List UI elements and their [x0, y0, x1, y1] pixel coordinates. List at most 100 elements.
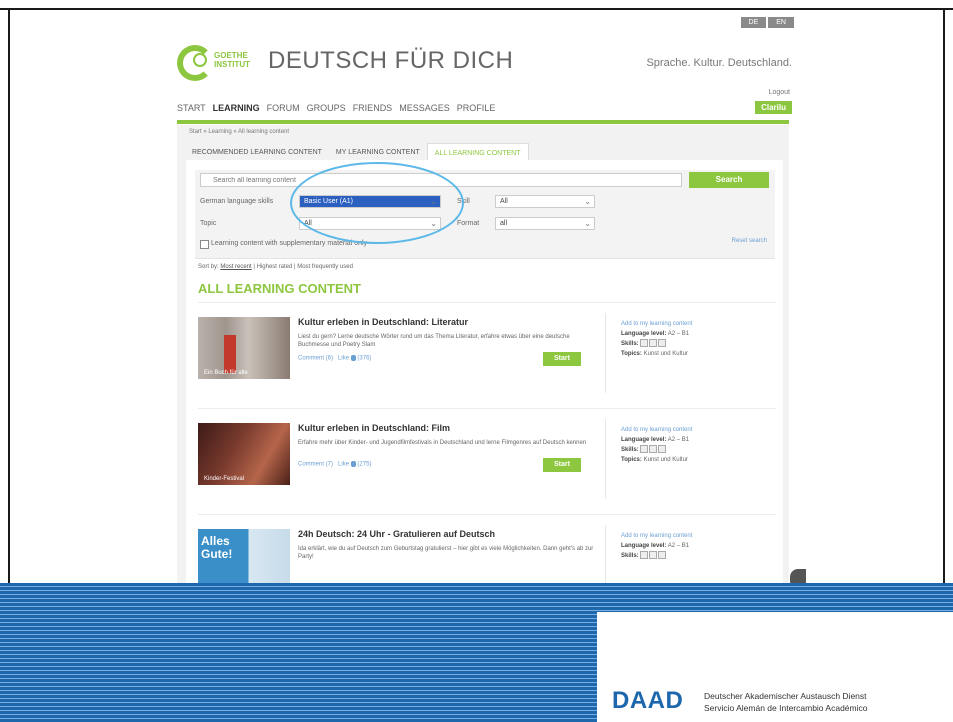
topics-label: Topics:	[621, 351, 642, 357]
topics-label: Topics:	[621, 457, 642, 463]
like-count: (376)	[357, 355, 372, 362]
list-item: Ein Buch für alle Kultur erleben in Deut…	[198, 302, 776, 403]
goethe-logo-text: GOETHE INSTITUT	[214, 51, 250, 69]
level-value: A2 – B1	[667, 331, 690, 337]
skills-label: Skills:	[621, 341, 639, 347]
start-button[interactable]: Start	[543, 352, 581, 366]
thumbs-up-icon[interactable]	[350, 355, 356, 361]
thumbnail-figure	[224, 335, 236, 373]
skill-writing-icon	[649, 339, 658, 348]
site-title: DEUTSCH FÜR DICH	[268, 47, 514, 74]
level-label: Language level:	[621, 543, 667, 549]
add-to-learning-link[interactable]: Add to my learning content	[621, 531, 692, 541]
daad-logo: DAAD	[612, 687, 684, 714]
item-description: Erfahre mehr über Kinder- und Jugendfilm…	[298, 440, 587, 446]
main-nav: START LEARNING FORUM GROUPS FRIENDS MESS…	[177, 103, 495, 113]
language-skills-label: German language skills	[200, 198, 274, 205]
item-thumbnail[interactable]: Kinder-Festival	[198, 423, 290, 485]
comment-link[interactable]: Comment (7)	[298, 462, 333, 468]
nav-start[interactable]: START	[177, 103, 206, 113]
list-item: Kinder-Festival Kultur erleben in Deutsc…	[198, 408, 776, 509]
thumbnail-caption: Kinder-Festival	[204, 476, 245, 482]
topics-value: Kunst und Kultur	[643, 457, 688, 463]
breadcrumb: Start » Learning » All learning content	[189, 129, 290, 135]
nav-divider	[177, 120, 789, 124]
start-button[interactable]: Start	[543, 458, 581, 472]
nav-profile[interactable]: PROFILE	[457, 103, 496, 113]
like-link[interactable]: Like	[338, 356, 349, 362]
lang-en-button[interactable]: EN	[768, 17, 794, 28]
skills-label: Skills:	[621, 447, 639, 453]
skill-grammar-icon	[658, 551, 667, 560]
nav-groups[interactable]: GROUPS	[307, 103, 346, 113]
skill-value: All	[500, 198, 508, 205]
nav-forum[interactable]: FORUM	[267, 103, 300, 113]
skills-label: Skills:	[621, 553, 639, 559]
item-title[interactable]: Kultur erleben in Deutschland: Film	[298, 423, 450, 433]
skill-writing-icon	[649, 445, 658, 454]
item-description: Liest du gern? Lerne deutsche Wörter run…	[298, 334, 570, 348]
section-title: ALL LEARNING CONTENT	[198, 281, 361, 296]
user-button[interactable]: Clarilu	[755, 101, 792, 114]
list-item: Alles Gute! 24h Deutsch: 24 Uhr - Gratul…	[198, 514, 776, 590]
content-body: Search German language skills Basic User…	[186, 160, 783, 590]
thumbnail-caption: Ein Buch für alle	[204, 370, 248, 376]
slide-frame-top	[0, 8, 953, 10]
nav-learning[interactable]: LEARNING	[213, 103, 260, 113]
skill-reading-icon	[640, 551, 649, 560]
sort-highest-rated[interactable]: Highest rated	[257, 264, 293, 270]
supplementary-checkbox[interactable]	[200, 240, 209, 249]
level-label: Language level:	[621, 331, 667, 337]
level-value: A2 – B1	[667, 543, 690, 549]
item-title[interactable]: 24h Deutsch: 24 Uhr - Gratulieren auf De…	[298, 529, 495, 539]
item-links: Comment (7) Like (275)	[298, 461, 371, 468]
comment-link[interactable]: Comment (6)	[298, 356, 333, 362]
format-select[interactable]: all ⌄	[495, 217, 595, 230]
highlight-annotation	[290, 162, 464, 244]
sort-most-recent[interactable]: Most recent	[220, 264, 251, 270]
item-meta: Add to my learning content Language leve…	[621, 531, 692, 561]
item-thumbnail[interactable]: Alles Gute!	[198, 529, 290, 590]
item-description: Ida erklärt, wie du auf Deutsch zum Gebu…	[298, 546, 594, 560]
lang-de-button[interactable]: DE	[740, 17, 767, 28]
tagline: Sprache. Kultur. Deutschland.	[646, 57, 792, 69]
daad-name-de: Deutscher Akademischer Austausch Dienst	[704, 691, 867, 701]
sort-most-used[interactable]: Most frequently used	[297, 264, 353, 270]
like-link[interactable]: Like	[338, 462, 349, 468]
skill-grammar-icon	[658, 339, 667, 348]
nav-messages[interactable]: MESSAGES	[399, 103, 450, 113]
filter-box: Search German language skills Basic User…	[195, 162, 775, 259]
item-title[interactable]: Kultur erleben in Deutschland: Literatur	[298, 317, 468, 327]
format-label: Format	[457, 220, 480, 227]
website-screenshot: DE EN GOETHE INSTITUT DEUTSCH FÜR DICH S…	[172, 15, 806, 590]
content-panel: Start » Learning » All learning content …	[177, 125, 789, 590]
logo-text-line-1: GOETHE	[214, 51, 248, 60]
skill-select[interactable]: All ⌄	[495, 195, 595, 208]
skill-writing-icon	[649, 551, 658, 560]
add-to-learning-link[interactable]: Add to my learning content	[621, 319, 692, 329]
search-button[interactable]: Search	[689, 172, 769, 188]
item-links: Comment (6) Like (376)	[298, 355, 371, 362]
reset-search-link[interactable]: Reset search	[732, 238, 767, 244]
nav-friends[interactable]: FRIENDS	[353, 103, 393, 113]
logo-text-line-2: INSTITUT	[214, 60, 250, 69]
item-divider	[605, 525, 606, 590]
goethe-logo-inner-icon	[193, 53, 207, 67]
like-count: (275)	[357, 461, 372, 468]
format-value: all	[500, 220, 508, 227]
chevron-down-icon: ⌄	[584, 219, 591, 228]
sort-bar: Sort by: Most recent | Highest rated | M…	[198, 264, 353, 270]
thumbs-up-icon[interactable]	[350, 461, 356, 467]
chevron-down-icon: ⌄	[584, 197, 591, 206]
item-divider	[605, 419, 606, 499]
logout-link[interactable]: Logout	[769, 89, 790, 96]
item-meta: Add to my learning content Language leve…	[621, 425, 692, 465]
add-to-learning-link[interactable]: Add to my learning content	[621, 425, 692, 435]
topics-value: Kunst und Kultur	[643, 351, 688, 357]
slide-frame-right	[943, 8, 945, 583]
skill-reading-icon	[640, 445, 649, 454]
daad-name-es: Servicio Alemán de Intercambio Académico	[704, 703, 868, 713]
level-label: Language level:	[621, 437, 667, 443]
item-thumbnail[interactable]: Ein Buch für alle	[198, 317, 290, 379]
topic-label: Topic	[200, 220, 217, 227]
